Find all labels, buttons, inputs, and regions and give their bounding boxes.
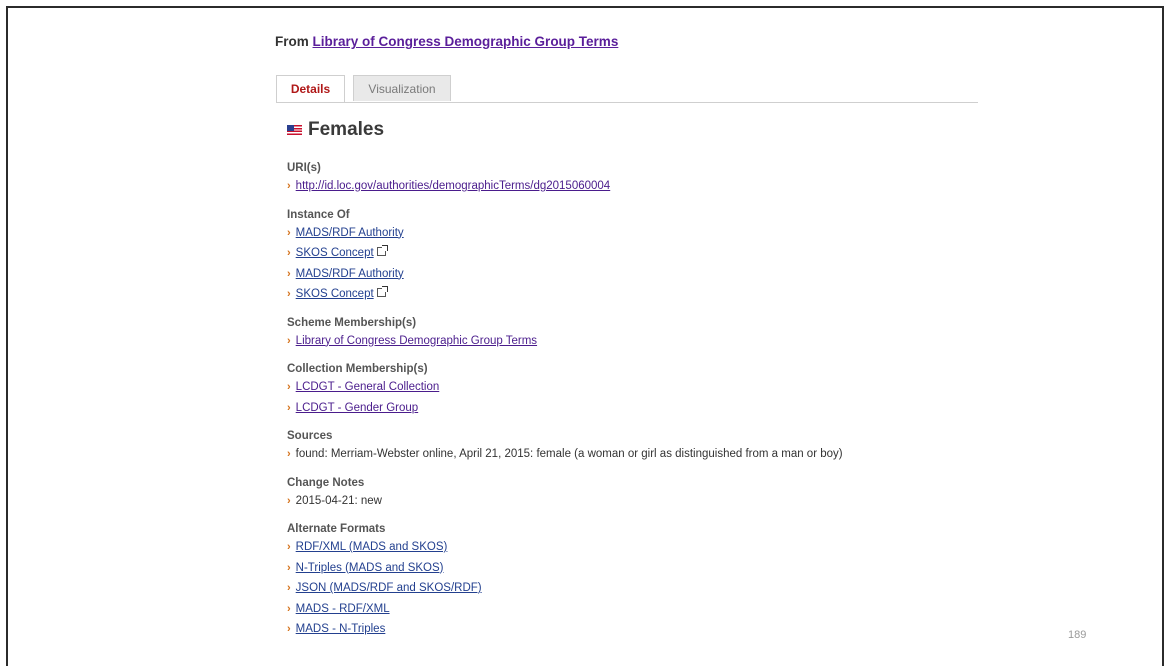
external-link-icon[interactable] [376,286,388,297]
source-text: found: Merriam-Webster online, April 21,… [295,448,843,460]
chevron-right-icon: › [287,582,291,594]
list-item: › http://id.loc.gov/authorities/demograph… [287,176,987,197]
instance-link[interactable]: SKOS Concept [296,247,374,259]
list-item: › 2015-04-21: new [287,491,987,512]
chevron-right-icon: › [287,247,291,259]
format-link[interactable]: JSON (MADS/RDF and SKOS/RDF) [296,582,482,594]
tab-details[interactable]: Details [276,75,345,102]
chevron-right-icon: › [287,226,291,239]
format-link[interactable]: MADS - N-Triples [296,623,386,635]
section-label: URI(s) [287,162,321,174]
list-item: › SKOS Concept [287,243,987,264]
tab-bar: Details Visualization [276,75,978,103]
breadcrumb: From Library of Congress Demographic Gro… [275,34,618,49]
chevron-right-icon: › [287,180,291,192]
scheme-section: Scheme Membership(s) › Library of Congres… [287,315,987,352]
list-item: › found: Merriam-Webster online, April 21… [287,444,987,465]
list-item: › MADS/RDF Authority [287,264,987,285]
chevron-right-icon: › [287,401,291,414]
instance-link[interactable]: SKOS Concept [296,288,374,300]
tab-visualization[interactable]: Visualization [353,75,451,101]
us-flag-icon [287,125,302,135]
details-content: URI(s) › http://id.loc.gov/authorities/de… [287,160,987,650]
list-item: › Library of Congress Demographic Group T… [287,331,987,352]
list-item: › MADS - N-Triples [287,619,987,640]
format-link[interactable]: N-Triples (MADS and SKOS) [296,562,444,574]
collection-link[interactable]: LCDGT - General Collection [296,381,440,393]
sources-section: Sources › found: Merriam-Webster online, … [287,428,987,465]
format-link[interactable]: MADS - RDF/XML [296,603,390,615]
uri-section: URI(s) › http://id.loc.gov/authorities/de… [287,160,987,197]
title-text: Females [308,119,385,140]
chevron-right-icon: › [287,267,291,280]
chevron-right-icon: › [287,541,291,553]
section-label: Instance Of [287,208,350,221]
scheme-link[interactable]: Library of Congress Demographic Group Te… [296,335,537,347]
section-label: Scheme Membership(s) [287,316,417,329]
list-item: › MADS - RDF/XML [287,599,987,620]
chevron-right-icon: › [287,334,291,347]
chevron-right-icon: › [287,381,291,393]
chevron-right-icon: › [287,561,291,574]
list-item: › LCDGT - General Collection [287,377,987,398]
list-item: › SKOS Concept [287,284,987,305]
format-link[interactable]: RDF/XML (MADS and SKOS) [296,541,448,553]
list-item: › JSON (MADS/RDF and SKOS/RDF) [287,578,987,599]
list-item: › RDF/XML (MADS and SKOS) [287,537,987,558]
list-item: › N-Triples (MADS and SKOS) [287,558,987,579]
instance-link[interactable]: MADS/RDF Authority [296,268,404,280]
list-item: › LCDGT - Gender Group [287,398,987,419]
chevron-right-icon: › [287,494,291,507]
from-prefix: From [275,34,313,49]
slide-page-number: 189 [1068,629,1087,641]
section-label: Collection Membership(s) [287,363,428,375]
section-label: Alternate Formats [287,523,386,535]
uri-link[interactable]: http://id.loc.gov/authorities/demographi… [296,180,611,192]
collection-link[interactable]: LCDGT - Gender Group [296,402,419,414]
list-item: › MADS/RDF Authority [287,223,987,244]
alternate-formats-section: Alternate Formats › RDF/XML (MADS and SKO… [287,521,987,640]
note-text: 2015-04-21: new [295,494,382,507]
vocabulary-link[interactable]: Library of Congress Demographic Group Te… [313,34,619,49]
change-notes-section: Change Notes › 2015-04-21: new [287,475,987,512]
collection-section: Collection Membership(s) › LCDGT - Genera… [287,361,987,418]
instance-link[interactable]: MADS/RDF Authority [296,227,404,239]
external-link-icon[interactable] [376,245,388,256]
page-title: Females [287,119,384,141]
section-label: Change Notes [287,476,365,489]
chevron-right-icon: › [287,623,291,635]
instance-section: Instance Of › MADS/RDF Authority › SKOS Co… [287,207,987,305]
chevron-right-icon: › [287,448,291,460]
chevron-right-icon: › [287,288,291,300]
section-label: Sources [287,430,333,442]
chevron-right-icon: › [287,602,291,615]
